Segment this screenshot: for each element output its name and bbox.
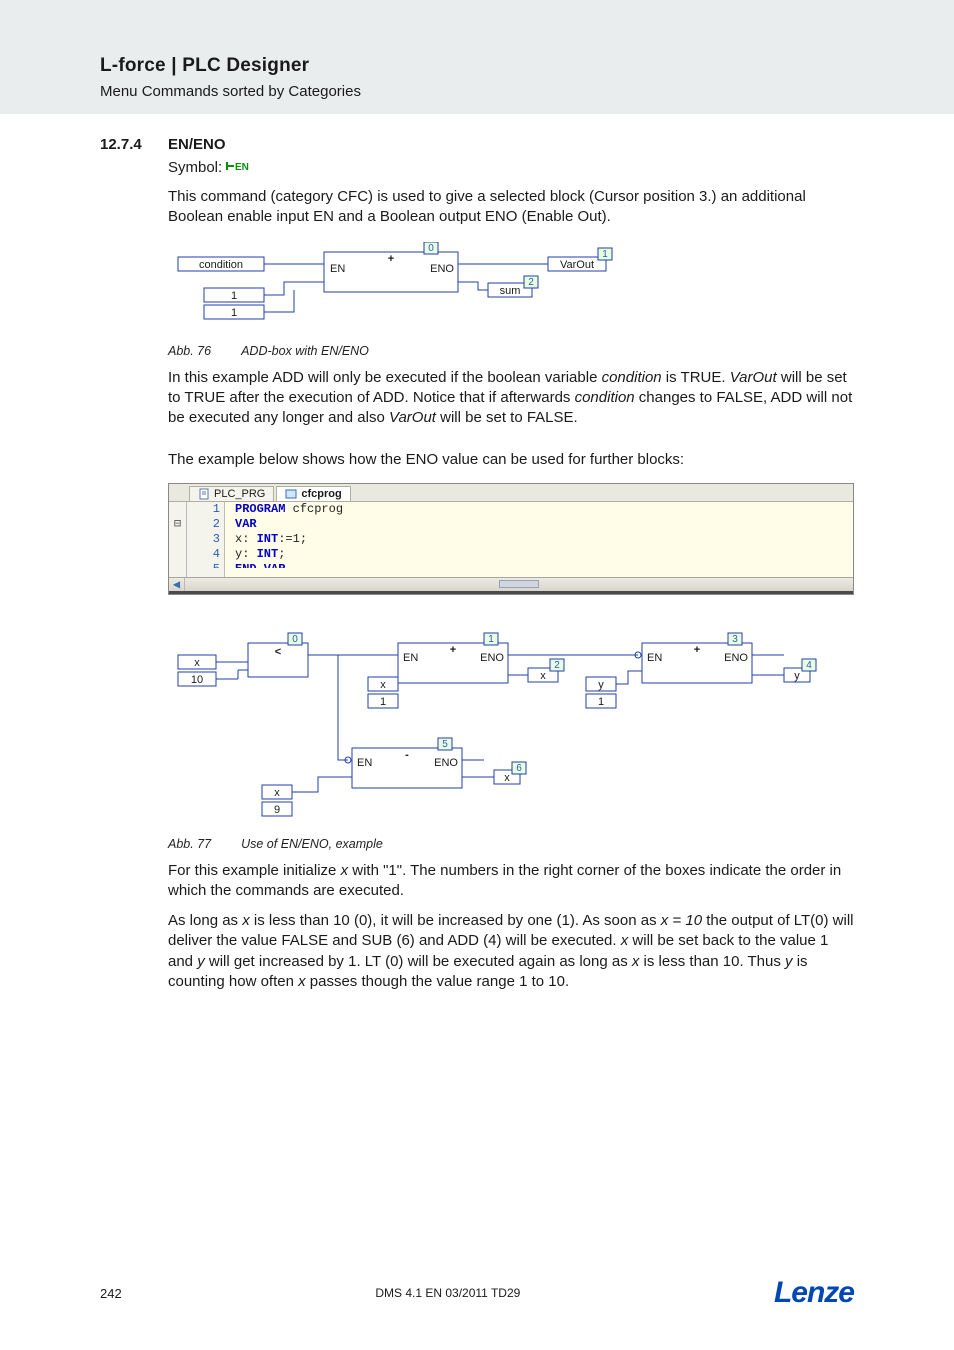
svg-text:y: y — [794, 670, 800, 682]
svg-text:10: 10 — [191, 674, 203, 686]
svg-text:3: 3 — [732, 634, 738, 645]
page-footer: 242 DMS 4.1 EN 03/2011 TD29 Lenze — [100, 1276, 854, 1310]
svg-text:x: x — [540, 670, 546, 682]
cfc-diagram-add-eneno: condition 1 1 + EN ENO 0 VarOut 1 sum — [168, 242, 628, 332]
svg-text:1: 1 — [598, 696, 604, 708]
svg-text:4: 4 — [806, 660, 812, 671]
scroll-thumb[interactable] — [499, 580, 539, 588]
svg-text:y: y — [598, 679, 604, 691]
svg-text:x: x — [274, 787, 280, 799]
below-paragraph: The example below shows how the ENO valu… — [168, 450, 854, 470]
svg-text:+: + — [450, 644, 456, 656]
figure-77: x 10 < 0 + EN ENO 1 x 1 x 2 + — [168, 625, 854, 851]
flow-paragraph: As long as x is less than 10 (0), it wil… — [168, 911, 854, 992]
svg-text:x: x — [380, 679, 386, 691]
doc-id: DMS 4.1 EN 03/2011 TD29 — [375, 1286, 520, 1300]
tab-plc-prg[interactable]: PLC_PRG — [189, 486, 274, 501]
svg-text:VarOut: VarOut — [560, 259, 594, 271]
header-title: L-force | PLC Designer — [100, 55, 954, 77]
svg-text:6: 6 — [516, 763, 522, 774]
svg-text:1: 1 — [380, 696, 386, 708]
init-paragraph: For this example initialize x with "1". … — [168, 861, 854, 902]
svg-text:5: 5 — [442, 739, 448, 750]
intro-paragraph: This command (category CFC) is used to g… — [168, 187, 854, 228]
svg-text:1: 1 — [488, 634, 494, 645]
page-number: 242 — [100, 1286, 122, 1301]
svg-text:condition: condition — [199, 259, 243, 271]
svg-text:2: 2 — [554, 660, 560, 671]
svg-text:0: 0 — [292, 634, 298, 645]
svg-text:<: < — [275, 646, 281, 658]
line-numbers: 1 2 3 4 5 — [187, 502, 225, 577]
svg-text:+: + — [694, 644, 700, 656]
svg-text:EN: EN — [235, 162, 249, 173]
svg-text:-: - — [405, 749, 409, 761]
svg-text:ENO: ENO — [430, 263, 454, 275]
editor-tabstrip: PLC_PRG cfcprog — [169, 484, 853, 502]
svg-text:1: 1 — [231, 307, 237, 319]
svg-text:1: 1 — [602, 249, 608, 260]
header-subtitle: Menu Commands sorted by Categories — [100, 83, 954, 100]
code-area[interactable]: ⊟ 1 2 3 4 5 PROGRAM cfcprog VAR x: INT:=… — [169, 502, 853, 577]
cfc-diagram-eneno-chain: x 10 < 0 + EN ENO 1 x 1 x 2 + — [168, 625, 828, 825]
scroll-left-icon[interactable]: ◀ — [169, 578, 185, 591]
svg-text:1: 1 — [231, 290, 237, 302]
editor-scrollbar[interactable]: ◀ — [169, 577, 853, 591]
svg-text:+: + — [388, 253, 394, 265]
cfc-icon — [285, 488, 297, 500]
page-header: L-force | PLC Designer Menu Commands sor… — [0, 0, 954, 114]
example-paragraph: In this example ADD will only be execute… — [168, 368, 854, 429]
svg-text:EN: EN — [330, 263, 345, 275]
svg-text:ENO: ENO — [480, 652, 504, 664]
section-number: 12.7.4 — [100, 136, 168, 153]
svg-text:x: x — [504, 772, 510, 784]
svg-text:sum: sum — [500, 285, 521, 297]
tab-cfcprog[interactable]: cfcprog — [276, 486, 350, 501]
section-heading: 12.7.4 EN/ENO — [100, 136, 854, 153]
brand-logo: Lenze — [774, 1276, 854, 1310]
document-icon — [198, 488, 210, 500]
figure-77-caption: Abb. 77Use of EN/ENO, example — [168, 837, 854, 851]
svg-text:2: 2 — [528, 277, 534, 288]
svg-text:ENO: ENO — [434, 757, 458, 769]
svg-text:EN: EN — [647, 652, 662, 664]
figure-76: condition 1 1 + EN ENO 0 VarOut 1 sum — [168, 242, 854, 358]
code-editor: PLC_PRG cfcprog ⊟ 1 2 3 4 5 PROGRAM cfcp… — [168, 483, 854, 595]
section-title: EN/ENO — [168, 136, 226, 153]
symbol-label: Symbol: — [168, 159, 222, 176]
svg-text:0: 0 — [428, 243, 434, 254]
svg-text:EN: EN — [357, 757, 372, 769]
symbol-row: Symbol: EN — [168, 159, 854, 177]
en-eno-icon: EN — [226, 159, 252, 177]
svg-text:ENO: ENO — [724, 652, 748, 664]
svg-text:9: 9 — [274, 804, 280, 816]
svg-text:x: x — [194, 657, 200, 669]
svg-text:EN: EN — [403, 652, 418, 664]
source-code[interactable]: PROGRAM cfcprog VAR x: INT:=1; y: INT; E… — [225, 502, 853, 577]
figure-76-caption: Abb. 76ADD-box with EN/ENO — [168, 344, 854, 358]
